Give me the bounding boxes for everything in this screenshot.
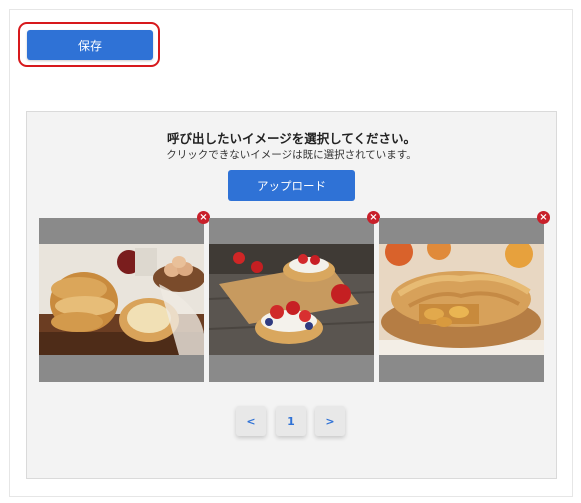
image-selector-panel: 呼び出したいイメージを選択してください。 クリックできないイメージは既に選択され…	[26, 111, 557, 479]
save-button-highlight: 保存	[18, 22, 160, 67]
bread-image	[39, 244, 204, 355]
image-tile-apple-pie[interactable]: ×	[379, 211, 550, 382]
image-tile-bread[interactable]: ×	[39, 211, 210, 382]
selector-subtitle: クリックできないイメージは既に選択されています。	[166, 149, 417, 161]
selector-title: 呼び出したいイメージを選択してください。	[166, 131, 416, 146]
prev-page-button[interactable]: <	[236, 406, 266, 436]
next-page-button[interactable]: >	[315, 406, 345, 436]
save-button[interactable]: 保存	[27, 30, 153, 60]
upload-button[interactable]: アップロード	[228, 170, 355, 201]
page-1-button[interactable]: 1	[276, 406, 306, 436]
image-tile-tarts[interactable]: ×	[209, 211, 380, 382]
close-icon[interactable]: ×	[537, 211, 550, 224]
tarts-image	[209, 244, 374, 355]
apple-pie-image	[379, 244, 544, 355]
